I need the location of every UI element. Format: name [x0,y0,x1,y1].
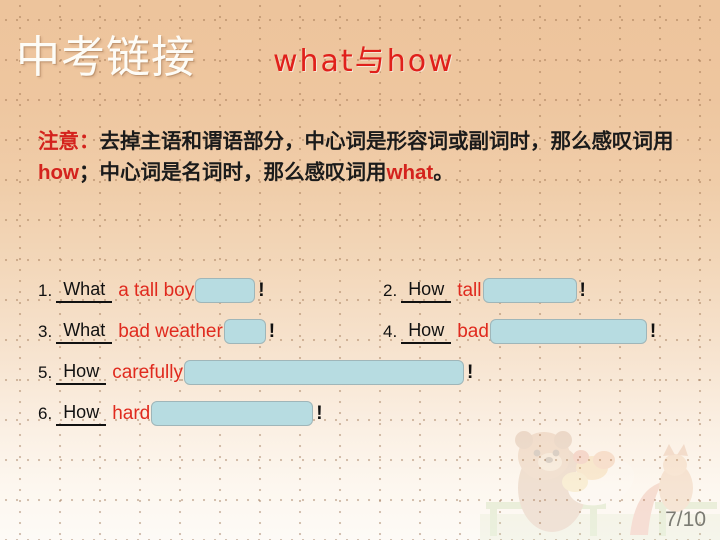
question-answer-1[interactable]: What [56,279,113,303]
question-blank-box-6[interactable] [151,401,314,426]
page-number: 7/10 [665,508,706,531]
question-blank-box-4[interactable] [489,319,647,344]
question-answer-4[interactable]: How [401,320,452,344]
note-part-2: ；中心词是名词时，那么感叹词用 [79,160,387,184]
question-answer-3[interactable]: What [56,320,113,344]
question-row-5: 5. How carefully ! [38,360,473,385]
note-keyword-how: how [38,161,79,184]
question-answer-6[interactable]: How [56,402,107,426]
question-exclamation-4: ! [649,320,657,342]
note-part-1: 去掉主语和谓语部分，中心词是形容词或副词时，那么感叹词用 [99,129,674,153]
question-blank-box-1[interactable] [195,278,256,303]
question-exclamation-6: ! [316,402,323,424]
question-number-6: 6. [38,403,53,423]
question-row-2: 2. How tall ! [383,278,586,303]
question-exclamation-1: ! [258,279,265,301]
page-title-chinese: 中考链接 [16,32,196,83]
question-number-1: 1. [38,280,53,300]
question-row-4: 4. How bad ! [383,319,656,344]
question-number-3: 3. [38,321,53,341]
note-paragraph: 注意：去掉主语和谓语部分，中心词是形容词或副词时，那么感叹词用 how；中心词是名… [38,126,686,188]
question-row-1: 1. What a tall boy ! [38,278,265,303]
slide-canvas: 7/10 中考链接 what与how 注意：去掉主语和谓语部分，中心词是形容词或… [0,0,720,540]
question-phrase-6: hard [112,402,151,424]
note-lead: 注意： [38,129,100,153]
question-answer-5[interactable]: How [56,361,107,385]
question-answer-2[interactable]: How [401,279,452,303]
question-number-4: 4. [383,321,398,341]
question-blank-box-5[interactable] [183,360,464,385]
question-number-2: 2. [383,280,398,300]
note-part-3: 。 [433,160,454,184]
question-row-6: 6. How hard ! [38,401,323,426]
question-phrase-5: carefully [112,361,183,383]
question-row-3: 3. What bad weather ! [38,319,275,344]
question-exclamation-3: ! [268,320,276,342]
question-exclamation-2: ! [579,279,586,301]
question-exclamation-5: ! [466,361,474,383]
question-phrase-1: a tall boy [118,279,195,301]
page-title-english: what与how [273,44,455,79]
question-blank-box-3[interactable] [223,319,266,344]
note-keyword-what: what [386,161,434,184]
question-blank-box-2[interactable] [482,278,577,303]
question-phrase-4: bad [457,320,489,342]
question-phrase-2: tall [457,279,482,301]
question-phrase-3: bad weather [118,320,223,342]
question-number-5: 5. [38,362,53,382]
